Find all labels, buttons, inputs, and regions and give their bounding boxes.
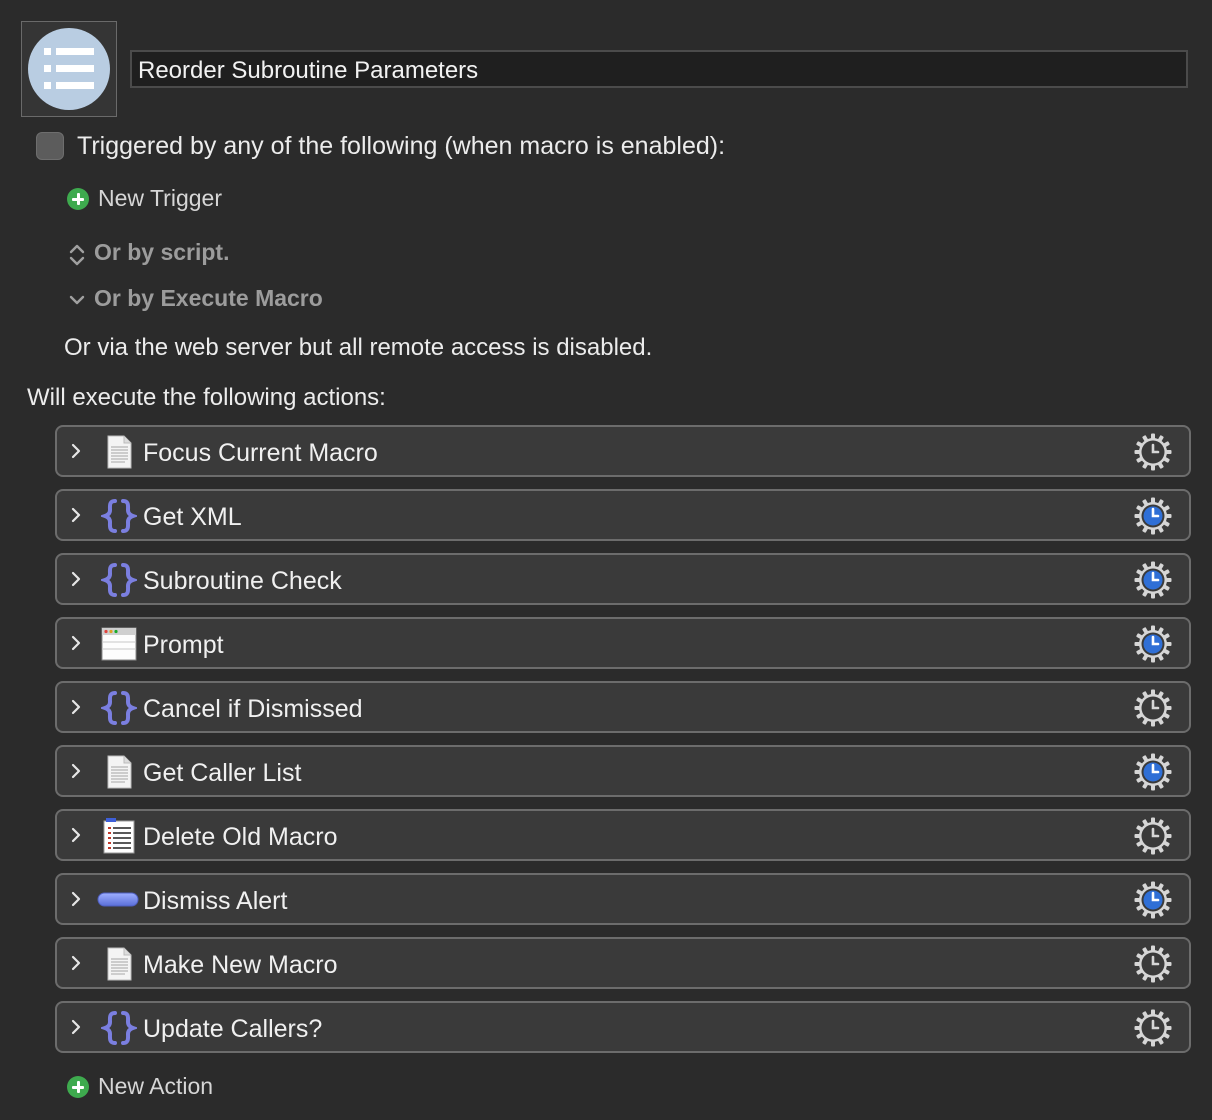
gear-icon[interactable] bbox=[1133, 432, 1173, 472]
gear-icon[interactable] bbox=[1133, 944, 1173, 984]
action-row[interactable]: Delete Old Macro bbox=[55, 809, 1191, 861]
macro-enabled-checkbox[interactable] bbox=[36, 132, 64, 160]
gear-icon[interactable] bbox=[1133, 816, 1173, 856]
gear-timeout-active-icon[interactable] bbox=[1133, 496, 1173, 536]
button-icon bbox=[97, 882, 141, 918]
or-by-script-disclosure[interactable]: Or by script. bbox=[94, 239, 229, 266]
triggers-heading: Triggered by any of the following (when … bbox=[77, 132, 726, 160]
action-label[interactable]: Get XML bbox=[143, 503, 242, 532]
action-row[interactable]: Get Caller List bbox=[55, 745, 1191, 797]
chevron-right-icon[interactable] bbox=[67, 1018, 85, 1036]
list-document-icon bbox=[101, 818, 137, 854]
gear-timeout-active-icon[interactable] bbox=[1133, 752, 1173, 792]
chevron-right-icon[interactable] bbox=[67, 826, 85, 844]
macro-icon-well[interactable] bbox=[21, 21, 117, 117]
action-row[interactable]: Subroutine Check bbox=[55, 553, 1191, 605]
web-server-note: Or via the web server but all remote acc… bbox=[64, 334, 653, 361]
macro-name-field[interactable]: Reorder Subroutine Parameters bbox=[130, 50, 1188, 88]
add-action-icon[interactable] bbox=[67, 1076, 89, 1098]
gear-timeout-active-icon[interactable] bbox=[1133, 560, 1173, 600]
gear-icon[interactable] bbox=[1133, 688, 1173, 728]
action-row[interactable]: Make New Macro bbox=[55, 937, 1191, 989]
add-trigger-icon[interactable] bbox=[67, 188, 89, 210]
braces-icon bbox=[98, 562, 140, 598]
action-label[interactable]: Focus Current Macro bbox=[143, 439, 378, 468]
chevron-right-icon[interactable] bbox=[67, 442, 85, 460]
text-document-icon bbox=[101, 434, 137, 470]
action-label[interactable]: Update Callers? bbox=[143, 1015, 322, 1044]
gear-icon[interactable] bbox=[1133, 1008, 1173, 1048]
action-label[interactable]: Subroutine Check bbox=[143, 567, 342, 596]
chevron-right-icon[interactable] bbox=[67, 890, 85, 908]
braces-icon bbox=[98, 1010, 140, 1046]
action-row[interactable]: Get XML bbox=[55, 489, 1191, 541]
chevron-down-icon[interactable] bbox=[68, 292, 86, 308]
gear-timeout-active-icon[interactable] bbox=[1133, 624, 1173, 664]
up-down-chevron-icon[interactable] bbox=[68, 243, 86, 267]
list-icon bbox=[28, 28, 110, 110]
action-row[interactable]: Focus Current Macro bbox=[55, 425, 1191, 477]
action-label[interactable]: Cancel if Dismissed bbox=[143, 695, 363, 724]
new-trigger-button[interactable]: New Trigger bbox=[98, 185, 222, 212]
action-label[interactable]: Dismiss Alert bbox=[143, 887, 287, 916]
new-action-button[interactable]: New Action bbox=[98, 1073, 213, 1100]
action-label[interactable]: Prompt bbox=[143, 631, 224, 660]
action-label[interactable]: Delete Old Macro bbox=[143, 823, 338, 852]
chevron-right-icon[interactable] bbox=[67, 698, 85, 716]
braces-icon bbox=[98, 498, 140, 534]
braces-icon bbox=[98, 690, 140, 726]
actions-heading: Will execute the following actions: bbox=[27, 384, 386, 411]
action-row[interactable]: Update Callers? bbox=[55, 1001, 1191, 1053]
chevron-right-icon[interactable] bbox=[67, 570, 85, 588]
window-icon bbox=[101, 626, 137, 662]
text-document-icon bbox=[101, 946, 137, 982]
action-row[interactable]: Cancel if Dismissed bbox=[55, 681, 1191, 733]
action-row[interactable]: Dismiss Alert bbox=[55, 873, 1191, 925]
chevron-right-icon[interactable] bbox=[67, 634, 85, 652]
chevron-right-icon[interactable] bbox=[67, 954, 85, 972]
chevron-right-icon[interactable] bbox=[67, 762, 85, 780]
action-label[interactable]: Get Caller List bbox=[143, 759, 301, 788]
action-row[interactable]: Prompt bbox=[55, 617, 1191, 669]
action-label[interactable]: Make New Macro bbox=[143, 951, 338, 980]
text-document-icon bbox=[101, 754, 137, 790]
or-by-execute-macro-disclosure[interactable]: Or by Execute Macro bbox=[94, 285, 323, 312]
gear-timeout-active-icon[interactable] bbox=[1133, 880, 1173, 920]
chevron-right-icon[interactable] bbox=[67, 506, 85, 524]
